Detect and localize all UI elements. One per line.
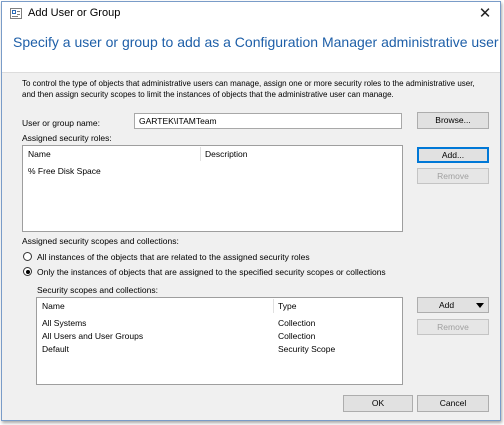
radio-all-instances-label[interactable]: All instances of the objects that are re…: [37, 252, 310, 262]
scopes-column-name[interactable]: Name: [42, 301, 65, 311]
list-item[interactable]: % Free Disk Space: [28, 166, 101, 176]
scope-type: Collection: [278, 331, 316, 341]
close-icon[interactable]: ✕: [476, 5, 494, 23]
scope-name: All Users and User Groups: [42, 331, 144, 341]
user-group-label: User or group name:: [22, 118, 100, 128]
scopes-label: Assigned security scopes and collections…: [22, 236, 179, 246]
remove-scope-button[interactable]: Remove: [417, 319, 489, 335]
role-name: % Free Disk Space: [28, 166, 101, 176]
ok-button[interactable]: OK: [343, 395, 413, 412]
scope-type: Collection: [278, 318, 316, 328]
chevron-down-icon: [476, 303, 484, 308]
radio-specified-instances-label[interactable]: Only the instances of objects that are a…: [37, 267, 386, 277]
remove-role-button[interactable]: Remove: [417, 168, 489, 184]
table-row[interactable]: Default: [42, 344, 69, 354]
column-divider: [200, 147, 201, 161]
add-scope-dropdown-button[interactable]: Add: [417, 297, 489, 313]
table-row[interactable]: All Systems: [42, 318, 86, 328]
browse-button[interactable]: Browse...: [417, 112, 489, 129]
dialog-header: Specify a user or group to add as a Conf…: [2, 26, 500, 73]
title-bar: Add User or Group ✕: [2, 2, 500, 26]
radio-specified-instances[interactable]: [23, 267, 32, 276]
description-text: To control the type of objects that admi…: [22, 79, 475, 99]
cancel-button[interactable]: Cancel: [417, 395, 489, 412]
roles-column-name[interactable]: Name: [28, 149, 51, 159]
scope-name: All Systems: [42, 318, 87, 328]
add-user-dialog: Add User or Group ✕ Specify a user or gr…: [1, 1, 501, 421]
page-title: Specify a user or group to add as a Conf…: [13, 34, 499, 50]
add-scope-label: Add: [439, 300, 455, 310]
user-group-input[interactable]: GARTEK\ITAMTeam: [134, 113, 402, 129]
window-title: Add User or Group: [28, 7, 121, 19]
window-icon: [10, 8, 22, 19]
scopes-list-label: Security scopes and collections:: [37, 285, 158, 295]
scopes-column-type[interactable]: Type: [278, 301, 296, 311]
column-divider: [273, 299, 274, 313]
roles-column-description[interactable]: Description: [205, 149, 248, 159]
radio-all-instances[interactable]: [23, 252, 32, 261]
scope-type: Security Scope: [278, 344, 336, 354]
add-role-button[interactable]: Add...: [417, 147, 489, 163]
roles-label: Assigned security roles:: [22, 133, 112, 143]
table-row[interactable]: All Users and User Groups: [42, 331, 143, 341]
security-roles-list[interactable]: Name Description % Free Disk Space: [22, 145, 403, 232]
security-scopes-list[interactable]: Name Type All Systems Collection All Use…: [36, 297, 403, 385]
scope-name: Default: [42, 344, 69, 354]
